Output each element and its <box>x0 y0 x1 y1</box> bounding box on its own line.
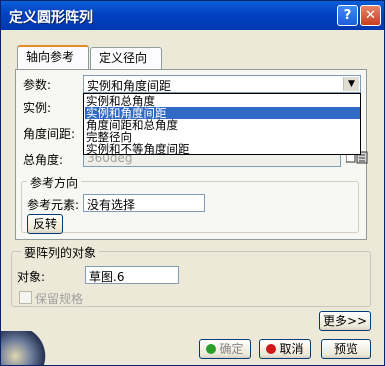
help-button[interactable]: ? <box>337 5 358 26</box>
more-button[interactable]: 更多>> <box>319 311 371 331</box>
chevron-down-icon[interactable]: ▼ <box>343 77 359 91</box>
cancel-icon <box>266 344 277 354</box>
ok-button[interactable]: 确定 <box>199 339 251 359</box>
params-label: 参数: <box>23 78 52 92</box>
object-field[interactable]: 草图.6 <box>85 266 179 284</box>
tab-axial-reference[interactable]: 轴向参考 <box>17 45 89 69</box>
reverse-button[interactable]: 反转 <box>27 214 63 234</box>
tab-define-radial[interactable]: 定义径向 <box>90 47 162 69</box>
cancel-label: 取消 <box>279 342 304 356</box>
dialog-title: 定义圆形阵列 <box>9 10 93 26</box>
object-value: 草图.6 <box>89 270 125 284</box>
dialog-window: 定义圆形阵列 ? ✕ 轴向参考 定义径向 参数: 实例和角度间距 ▼ 实例和总角… <box>0 0 385 366</box>
instances-label: 实例: <box>23 101 52 115</box>
reference-element-label: 参考元素: <box>27 198 80 212</box>
keep-spec-checkbox[interactable] <box>19 291 32 304</box>
title-bar[interactable]: 定义圆形阵列 ? ✕ <box>1 1 384 30</box>
catia-logo-icon <box>1 331 49 365</box>
params-selected: 实例和角度间距 <box>87 79 172 93</box>
dropdown-option[interactable]: 实例和不等角度间距 <box>85 143 360 155</box>
close-button[interactable]: ✕ <box>360 5 381 26</box>
reference-element-field[interactable]: 没有选择 <box>83 194 205 212</box>
total-angle-label: 总角度: <box>23 153 64 167</box>
ok-icon <box>206 344 217 354</box>
params-dropdown-list[interactable]: 实例和总角度 实例和角度间距 角度间距和总角度 完整径向 实例和不等角度间距 <box>83 93 361 155</box>
object-label: 对象: <box>17 270 46 284</box>
reference-direction-legend: 参考方向 <box>27 174 82 191</box>
preview-button[interactable]: 预览 <box>321 339 371 359</box>
angle-spacing-label: 角度间距: <box>23 127 76 141</box>
ok-label: 确定 <box>219 342 244 356</box>
reference-element-value: 没有选择 <box>87 198 136 212</box>
object-legend: 要阵列的对象 <box>21 244 100 261</box>
cancel-button[interactable]: 取消 <box>259 339 311 359</box>
keep-spec-label: 保留规格 <box>35 292 84 306</box>
params-dropdown[interactable]: 实例和角度间距 ▼ <box>83 75 361 93</box>
